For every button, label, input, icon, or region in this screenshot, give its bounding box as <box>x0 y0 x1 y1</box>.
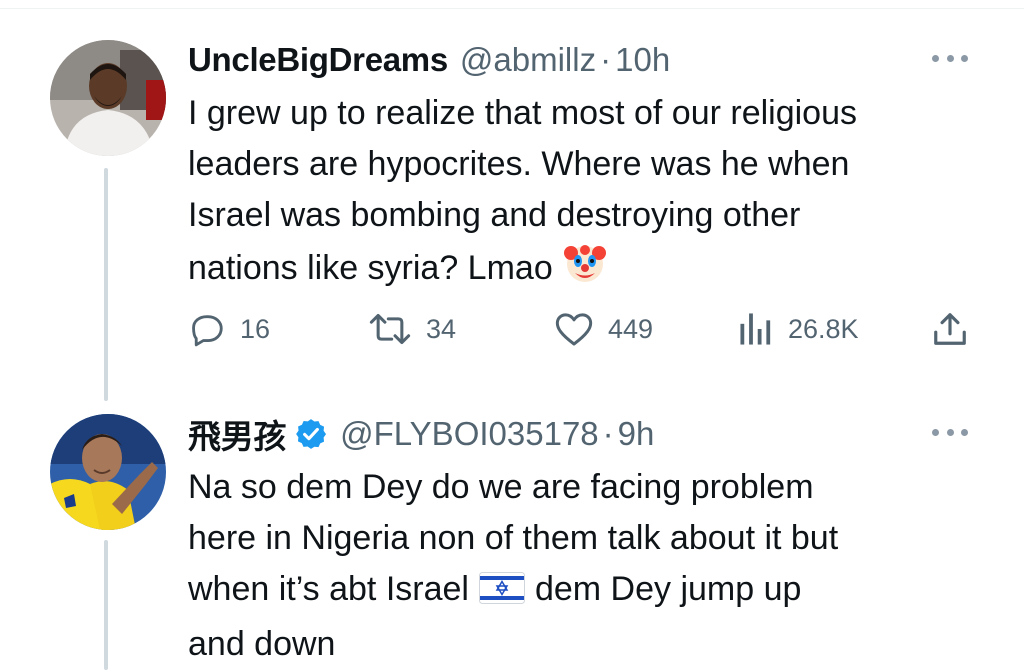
tweet-text-segment: dem Dey jump up <box>534 570 802 608</box>
tweet-text-line: Israel was bombing and destroying other <box>188 196 801 234</box>
tweet-header: UncleBigDreams @abmillz · 10h <box>188 38 670 82</box>
timestamp[interactable]: 9h <box>618 415 655 453</box>
tweet-text-line: and down <box>188 625 336 663</box>
like-button[interactable]: 449 <box>554 304 653 354</box>
views-count: 26.8K <box>788 313 859 344</box>
clown-face-icon <box>563 241 607 300</box>
display-name[interactable]: 飛男孩 <box>188 410 286 458</box>
israel-flag-icon <box>478 568 525 619</box>
tweet-header: 飛男孩 @FLYBOI035178 · 9h <box>188 412 654 456</box>
reply-button[interactable]: 16 <box>188 304 270 354</box>
tweet-actions: 16 34 449 26.8K <box>188 304 978 354</box>
tweet-text-line: nations like syria? Lmao <box>188 241 988 300</box>
share-icon <box>934 313 966 345</box>
thread-connector-line <box>104 540 108 670</box>
more-options-icon[interactable] <box>932 420 968 444</box>
tweet-text: I grew up to realize that most of our re… <box>188 88 988 300</box>
tweet-text-segment: when it’s abt Israel <box>188 570 469 608</box>
display-name[interactable]: UncleBigDreams <box>188 41 448 79</box>
more-options-icon[interactable] <box>932 46 968 70</box>
avatar[interactable] <box>50 40 166 156</box>
views-button[interactable]: 26.8K <box>738 304 859 354</box>
verified-badge-icon <box>294 417 328 451</box>
thread-connector-line <box>104 168 108 401</box>
reply-count: 16 <box>240 313 271 344</box>
share-button[interactable] <box>932 304 982 354</box>
separator-dot: · <box>600 41 612 78</box>
avatar[interactable] <box>50 414 166 530</box>
reply-icon <box>192 315 223 347</box>
timestamp[interactable]: 10h <box>615 41 670 79</box>
retweet-count: 34 <box>426 313 457 344</box>
like-count: 449 <box>608 313 654 344</box>
retweet-button[interactable]: 34 <box>368 304 456 354</box>
user-handle[interactable]: @FLYBOI035178 <box>340 415 599 453</box>
retweet-icon <box>369 313 411 345</box>
tweet-text-line: here in Nigeria non of them talk about i… <box>188 519 839 557</box>
tweet-text-line: I grew up to realize that most of our re… <box>188 94 857 132</box>
top-divider <box>0 8 1024 9</box>
tweet-text-line: leaders are hypocrites. Where was he whe… <box>188 145 850 183</box>
tweet-text-line: when it’s abt Israel dem Dey jump up <box>188 564 988 619</box>
tweet-text-segment: nations like syria? Lmao <box>188 249 553 287</box>
user-handle[interactable]: @abmillz <box>460 41 596 79</box>
views-chart-icon <box>740 313 771 345</box>
separator-dot: · <box>602 415 614 452</box>
tweet-text-line: Na so dem Dey do we are facing problem <box>188 468 814 506</box>
heart-icon <box>555 313 593 346</box>
tweet-text: Na so dem Dey do we are facing problem h… <box>188 462 988 670</box>
